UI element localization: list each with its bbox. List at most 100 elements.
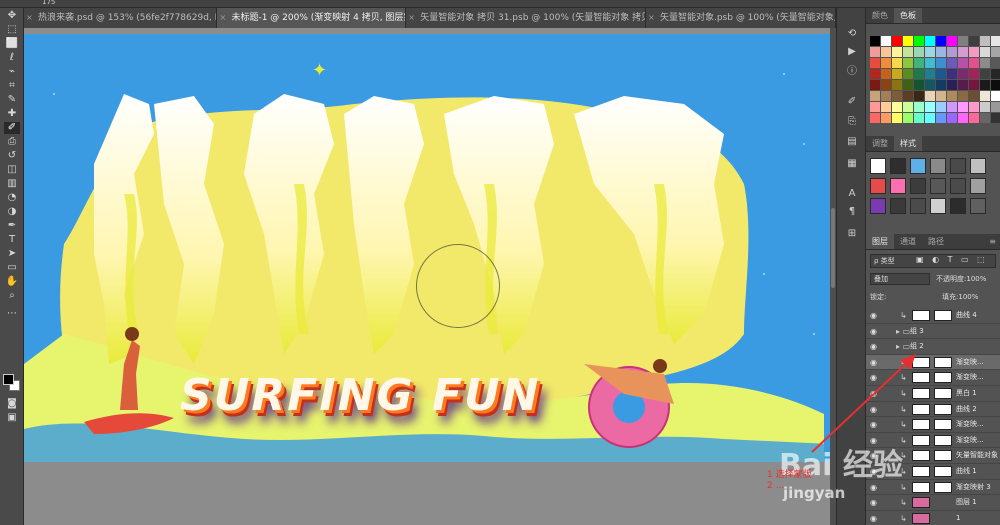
color-swatch[interactable] (892, 58, 902, 68)
layer-row[interactable]: ◉ ↳ 图层 1 (866, 495, 1000, 511)
close-tab-icon[interactable]: × (408, 8, 415, 28)
color-swatch[interactable] (892, 102, 902, 112)
color-swatch[interactable] (903, 47, 913, 57)
close-tab-icon[interactable]: × (219, 8, 226, 28)
move-tool-icon[interactable]: ✥ (4, 10, 20, 22)
color-swatch[interactable] (936, 69, 946, 79)
style-preset[interactable] (910, 178, 926, 194)
layer-row[interactable]: ◉ ▸ ▭ 组 3 (866, 324, 1000, 340)
color-swatch[interactable] (969, 80, 979, 90)
color-swatch[interactable] (958, 69, 968, 79)
color-swatch[interactable] (914, 102, 924, 112)
color-swatch[interactable] (881, 69, 891, 79)
close-tab-icon[interactable]: × (648, 8, 655, 28)
color-swatch[interactable] (936, 91, 946, 101)
quick-mask-icon[interactable]: ◙ (4, 398, 20, 410)
color-swatch[interactable] (958, 113, 968, 123)
color-swatch[interactable] (947, 36, 957, 46)
tab-styles[interactable]: 样式 (894, 136, 922, 151)
color-swatch[interactable] (958, 91, 968, 101)
style-preset[interactable] (930, 158, 946, 174)
filter-icons[interactable]: ▣ ◐ T ▭ ⬚ (916, 255, 988, 264)
marquee-tool-icon[interactable]: ⬜ (4, 38, 20, 50)
color-swatch[interactable] (980, 36, 990, 46)
color-swatch[interactable] (969, 113, 979, 123)
color-swatch[interactable] (903, 102, 913, 112)
color-swatch[interactable] (969, 69, 979, 79)
color-swatch[interactable] (991, 58, 1000, 68)
visibility-eye-icon[interactable]: ◉ (870, 402, 877, 417)
color-swatch[interactable] (969, 58, 979, 68)
color-swatch[interactable] (947, 80, 957, 90)
shape-tool-icon[interactable]: ▭ (4, 262, 20, 274)
blur-tool-icon[interactable]: ◔ (4, 192, 20, 204)
healing-tool-icon[interactable]: ✚ (4, 108, 20, 120)
color-swatch[interactable] (958, 47, 968, 57)
style-preset[interactable] (930, 198, 946, 214)
color-swatch[interactable] (892, 47, 902, 57)
color-swatch[interactable] (991, 113, 1000, 123)
tab-swatches[interactable]: 色板 (894, 8, 922, 23)
layer-row[interactable]: ◉ ↳ 曲线 4 (866, 308, 1000, 324)
tab-adjustments[interactable]: 调整 (866, 136, 894, 151)
panel-menu-icon[interactable]: ≡ (989, 234, 996, 250)
color-swatch[interactable] (870, 69, 880, 79)
color-swatch[interactable] (991, 47, 1000, 57)
color-swatch[interactable] (925, 102, 935, 112)
visibility-eye-icon[interactable]: ◉ (870, 324, 877, 339)
color-swatch[interactable] (870, 113, 880, 123)
layer-row[interactable]: ◉ ↳ 渐变映... (866, 354, 1000, 371)
screen-mode-icon[interactable]: ▣ (4, 412, 20, 424)
style-preset[interactable] (890, 198, 906, 214)
layer-mask-thumbnail[interactable] (934, 481, 952, 493)
color-swatch[interactable] (936, 58, 946, 68)
color-swatch[interactable] (914, 69, 924, 79)
dodge-tool-icon[interactable]: ◑ (4, 206, 20, 218)
color-swatch[interactable] (881, 102, 891, 112)
color-swatch[interactable] (969, 47, 979, 57)
layer-row[interactable]: ◉ ↳ 渐变映... (866, 417, 1000, 433)
color-swatch[interactable] (892, 69, 902, 79)
visibility-eye-icon[interactable]: ◉ (870, 370, 877, 385)
style-preset[interactable] (950, 178, 966, 194)
color-swatch[interactable] (969, 102, 979, 112)
layer-row[interactable]: ◉ ▸ ▭ 组 2 (866, 339, 1000, 355)
history-icon[interactable]: ⟲ (846, 28, 858, 40)
layer-thumbnail[interactable] (912, 310, 930, 321)
document-tab[interactable]: × 热浪来袭.psd @ 153% (56fe2f778629d, RGB/8) … (24, 8, 218, 28)
tab-layers[interactable]: 图层 (866, 234, 894, 249)
layer-mask-thumbnail[interactable] (934, 465, 952, 477)
color-swatch[interactable] (980, 102, 990, 112)
color-swatch[interactable] (936, 36, 946, 46)
more-tools-icon[interactable]: ⋯ (4, 308, 20, 320)
color-swatch[interactable] (958, 80, 968, 90)
color-swatch[interactable] (914, 47, 924, 57)
visibility-eye-icon[interactable]: ◉ (870, 417, 877, 432)
layer-row[interactable]: ◉ ↳ 黑白 1 (866, 386, 1000, 402)
path-select-tool-icon[interactable]: ➤ (4, 248, 20, 260)
zoom-tool-icon[interactable]: ⌕ (4, 290, 20, 302)
color-swatch[interactable] (969, 36, 979, 46)
color-swatch[interactable] (936, 80, 946, 90)
layer-thumbnail[interactable] (912, 512, 930, 524)
color-swatch[interactable] (914, 113, 924, 123)
visibility-eye-icon[interactable]: ◉ (870, 308, 877, 323)
history-brush-tool-icon[interactable]: ↺ (4, 150, 20, 162)
layer-thumbnail[interactable] (912, 481, 930, 493)
color-swatch[interactable] (892, 36, 902, 46)
color-swatch[interactable] (947, 113, 957, 123)
style-preset[interactable] (930, 178, 946, 194)
quick-select-tool-icon[interactable]: ⌁ (4, 66, 20, 78)
color-swatch[interactable] (991, 80, 1000, 90)
style-preset[interactable] (970, 158, 986, 174)
color-swatch[interactable] (914, 91, 924, 101)
color-swatch[interactable] (925, 91, 935, 101)
style-preset[interactable] (950, 198, 966, 214)
hand-tool-icon[interactable]: ✋ (4, 276, 20, 288)
color-swatch[interactable] (903, 58, 913, 68)
crop-tool-icon[interactable]: ⌗ (4, 80, 20, 92)
folder-icon[interactable]: ▸ ▭ (896, 324, 910, 339)
color-swatch[interactable] (870, 36, 880, 46)
eyedropper-tool-icon[interactable]: ✎ (4, 94, 20, 106)
color-swatch[interactable] (980, 113, 990, 123)
